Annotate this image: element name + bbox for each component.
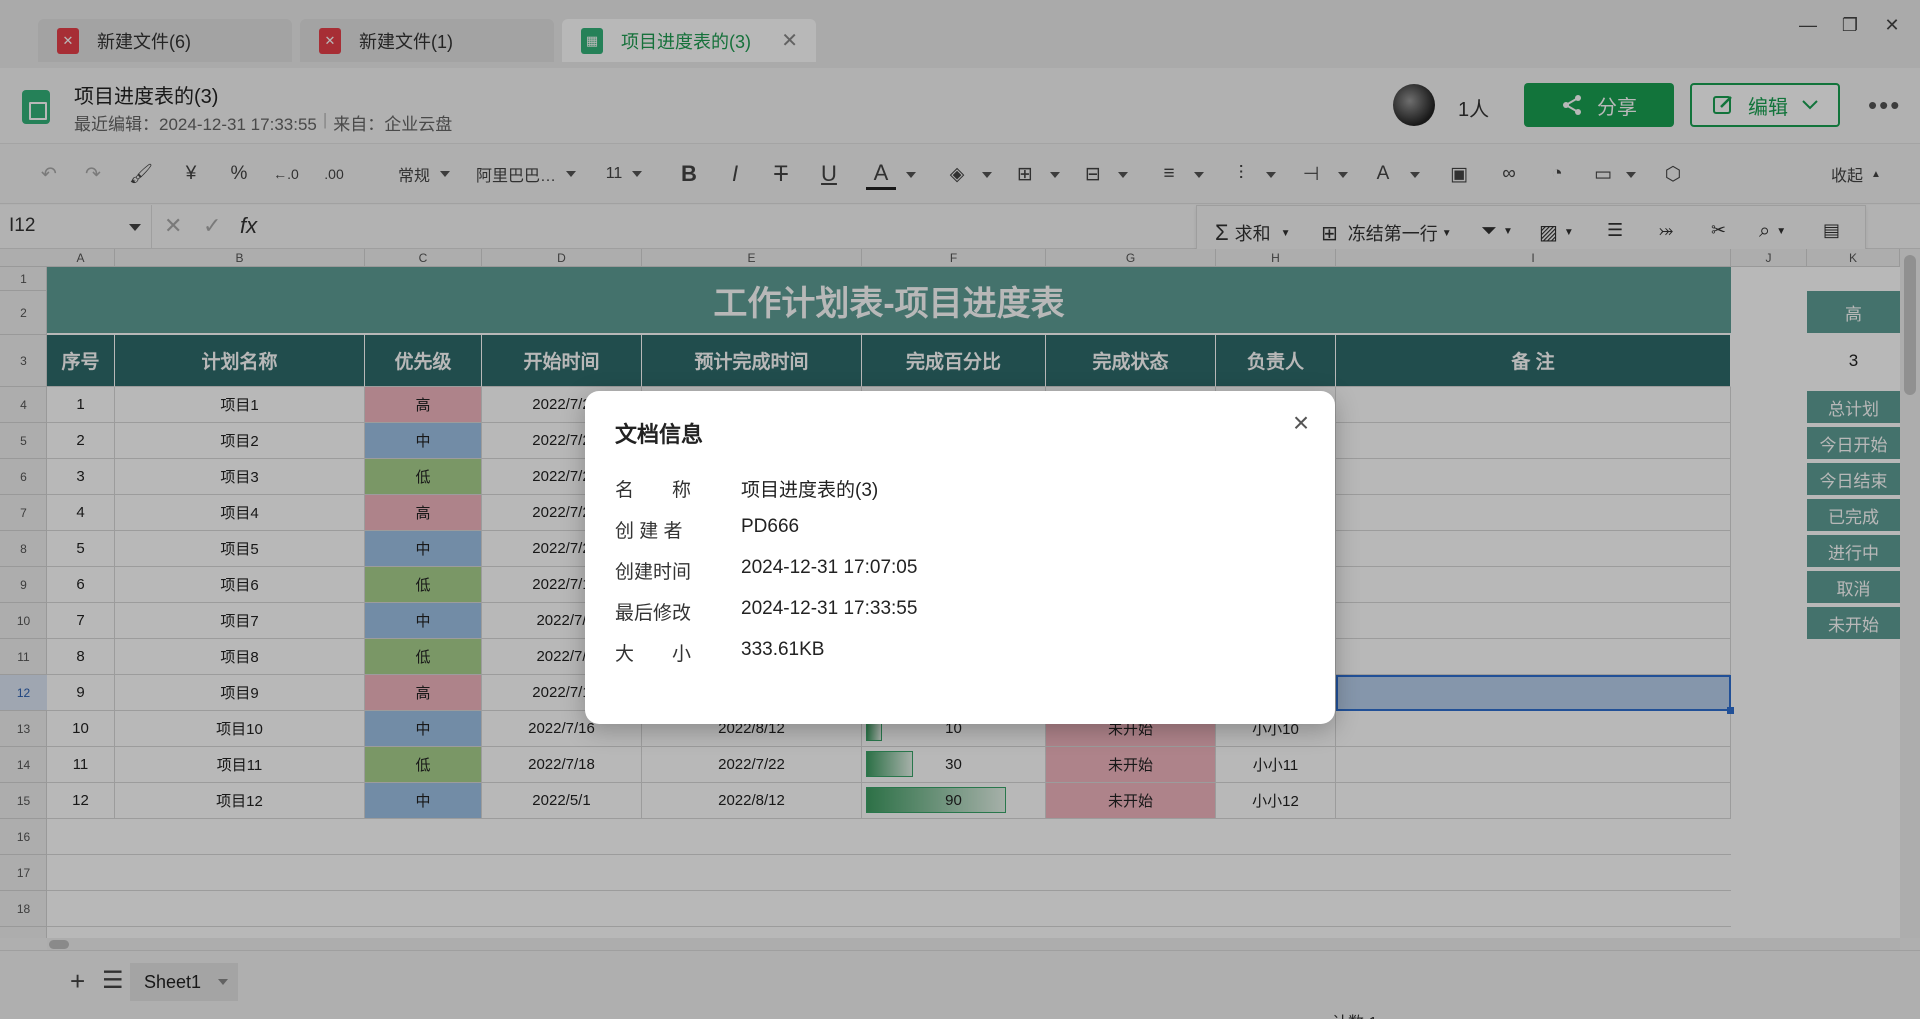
- info-label: 创建时间: [615, 562, 692, 583]
- app-window: ✕ 新建文件(6) ✕ 新建文件(1) ▦ 项目进度表的(3) ✕ — ❐ ✕ …: [0, 0, 1920, 1019]
- info-label: 大 小: [615, 644, 692, 665]
- info-row-size: 大 小 333.61KB: [615, 639, 824, 666]
- info-value: 项目进度表的(3): [741, 480, 879, 501]
- info-value: PD666: [741, 516, 800, 537]
- info-row-name: 名 称 项目进度表的(3): [615, 475, 878, 502]
- info-label: 创 建 者: [615, 521, 683, 542]
- dialog-close-button[interactable]: ×: [1285, 407, 1317, 439]
- document-info-dialog: 文档信息 × 名 称 项目进度表的(3) 创 建 者 PD666 创建时间 20…: [585, 391, 1335, 724]
- info-label: 最后修改: [615, 603, 692, 624]
- info-row-creator: 创 建 者 PD666: [615, 516, 799, 543]
- info-label: 名 称: [615, 480, 692, 501]
- info-row-modified: 最后修改 2024-12-31 17:33:55: [615, 598, 917, 625]
- info-row-created: 创建时间 2024-12-31 17:07:05: [615, 557, 917, 584]
- info-value: 2024-12-31 17:07:05: [741, 557, 918, 578]
- info-value: 333.61KB: [741, 639, 825, 660]
- close-icon: ×: [1292, 407, 1310, 438]
- dialog-title: 文档信息: [615, 422, 704, 447]
- info-value: 2024-12-31 17:33:55: [741, 598, 918, 619]
